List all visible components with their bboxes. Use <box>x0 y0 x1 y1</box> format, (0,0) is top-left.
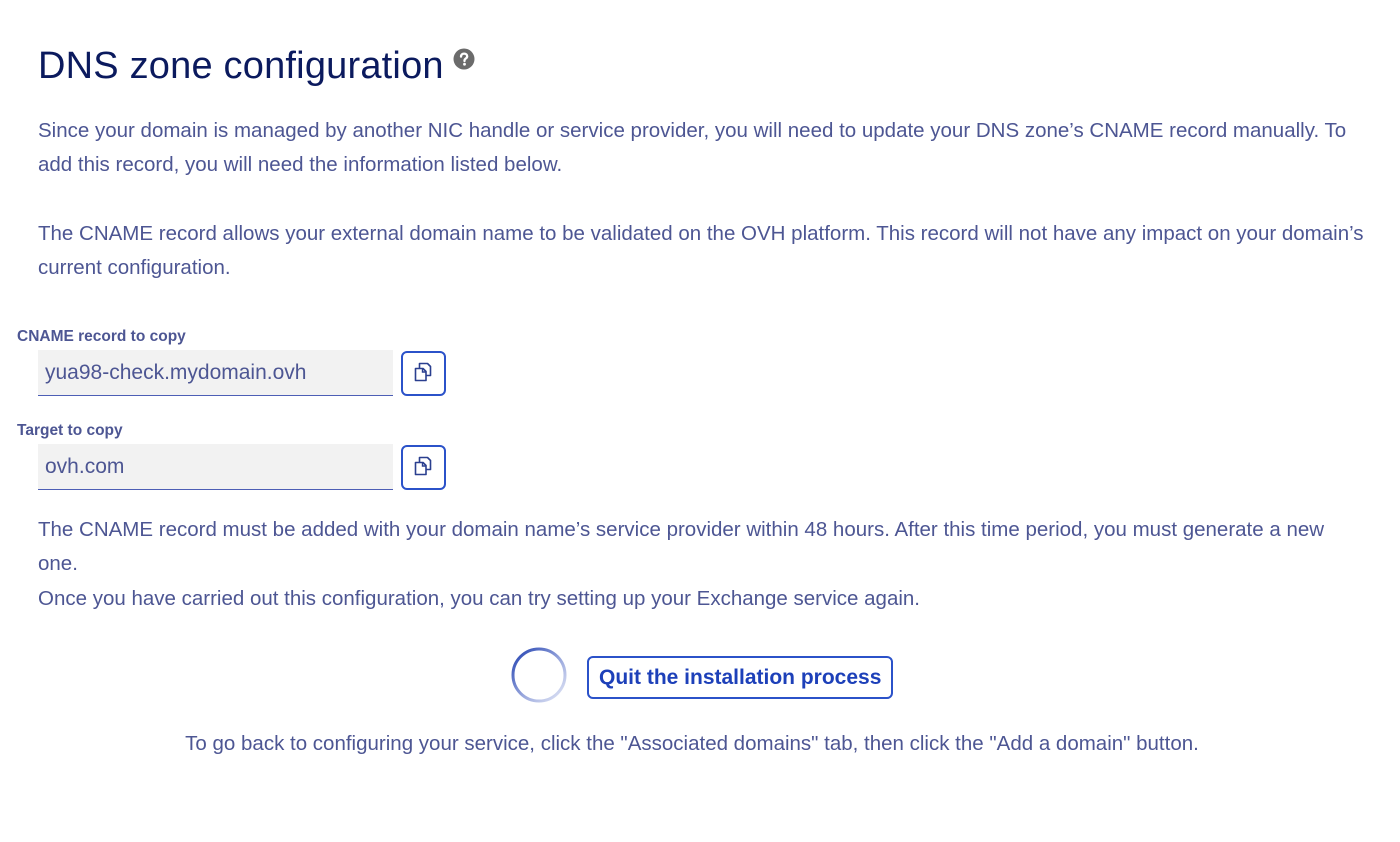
deadline-note: The CNAME record must be added with your… <box>38 518 1325 575</box>
cname-record-input[interactable] <box>38 350 393 396</box>
copy-icon <box>412 360 436 387</box>
question-circle-icon[interactable] <box>453 48 475 70</box>
copy-target-button[interactable] <box>401 445 446 490</box>
copy-cname-button[interactable] <box>401 351 446 396</box>
title-row: DNS zone configuration <box>38 40 475 92</box>
target-label: Target to copy <box>17 422 123 439</box>
dns-zone-configuration-page: DNS zone configuration Since your domain… <box>0 0 1400 842</box>
loading-spinner-icon <box>510 646 568 704</box>
quit-installation-button[interactable]: Quit the installation process <box>587 656 894 699</box>
copy-icon <box>412 454 436 481</box>
target-input[interactable] <box>38 444 393 490</box>
intro-paragraph-managed-elsewhere: Since your domain is managed by another … <box>38 119 1347 176</box>
retry-note: Once you have carried out this configura… <box>38 587 921 610</box>
page-title: DNS zone configuration <box>38 45 444 87</box>
intro-paragraph-cname-purpose: The CNAME record allows your external do… <box>38 222 1364 279</box>
cname-record-label: CNAME record to copy <box>17 328 186 345</box>
back-to-configuration-instruction: To go back to configuring your service, … <box>185 732 1199 755</box>
